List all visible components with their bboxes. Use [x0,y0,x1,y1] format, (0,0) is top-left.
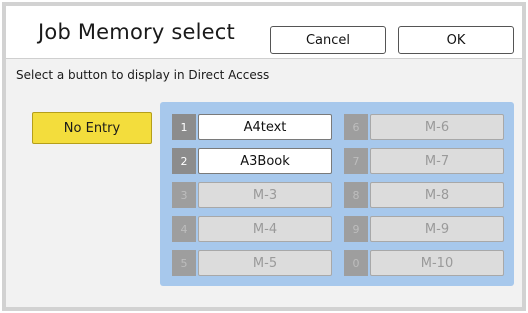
memory-slot-3[interactable]: 3 M-3 [172,182,332,208]
slot-label: M-7 [370,148,504,174]
ok-button[interactable]: OK [398,26,514,54]
memory-slot-5[interactable]: 5 M-5 [172,250,332,276]
cancel-button[interactable]: Cancel [270,26,386,54]
slot-number: 5 [172,250,196,276]
slot-label: A3Book [198,148,332,174]
title-divider [6,58,522,59]
memory-slot-9[interactable]: 9 M-9 [344,216,504,242]
instruction-text: Select a button to display in Direct Acc… [16,68,270,82]
slot-number: 0 [344,250,368,276]
memory-slot-8[interactable]: 8 M-8 [344,182,504,208]
job-memory-panel: 1 A4text 2 A3Book 3 M-3 4 M-4 5 M-5 6 M-… [160,102,514,286]
slot-label: M-4 [198,216,332,242]
slot-number: 8 [344,182,368,208]
slot-number: 1 [172,114,196,140]
slot-number: 7 [344,148,368,174]
memory-slot-1[interactable]: 1 A4text [172,114,332,140]
slot-number: 9 [344,216,368,242]
slot-number: 2 [172,148,196,174]
slot-label: M-8 [370,182,504,208]
slot-label: M-9 [370,216,504,242]
dialog-window: Job Memory select Cancel OK Select a but… [2,2,526,311]
slot-number: 4 [172,216,196,242]
slot-label: M-5 [198,250,332,276]
slot-label: M-10 [370,250,504,276]
slot-number: 6 [344,114,368,140]
memory-slot-6[interactable]: 6 M-6 [344,114,504,140]
slot-label: A4text [198,114,332,140]
memory-slot-4[interactable]: 4 M-4 [172,216,332,242]
title-bar: Job Memory select Cancel OK [6,6,522,58]
memory-slot-7[interactable]: 7 M-7 [344,148,504,174]
slot-label: M-6 [370,114,504,140]
memory-slot-10[interactable]: 0 M-10 [344,250,504,276]
slot-number: 3 [172,182,196,208]
dialog-title: Job Memory select [38,20,235,44]
slot-label: M-3 [198,182,332,208]
no-entry-button[interactable]: No Entry [32,112,152,144]
memory-slot-2[interactable]: 2 A3Book [172,148,332,174]
